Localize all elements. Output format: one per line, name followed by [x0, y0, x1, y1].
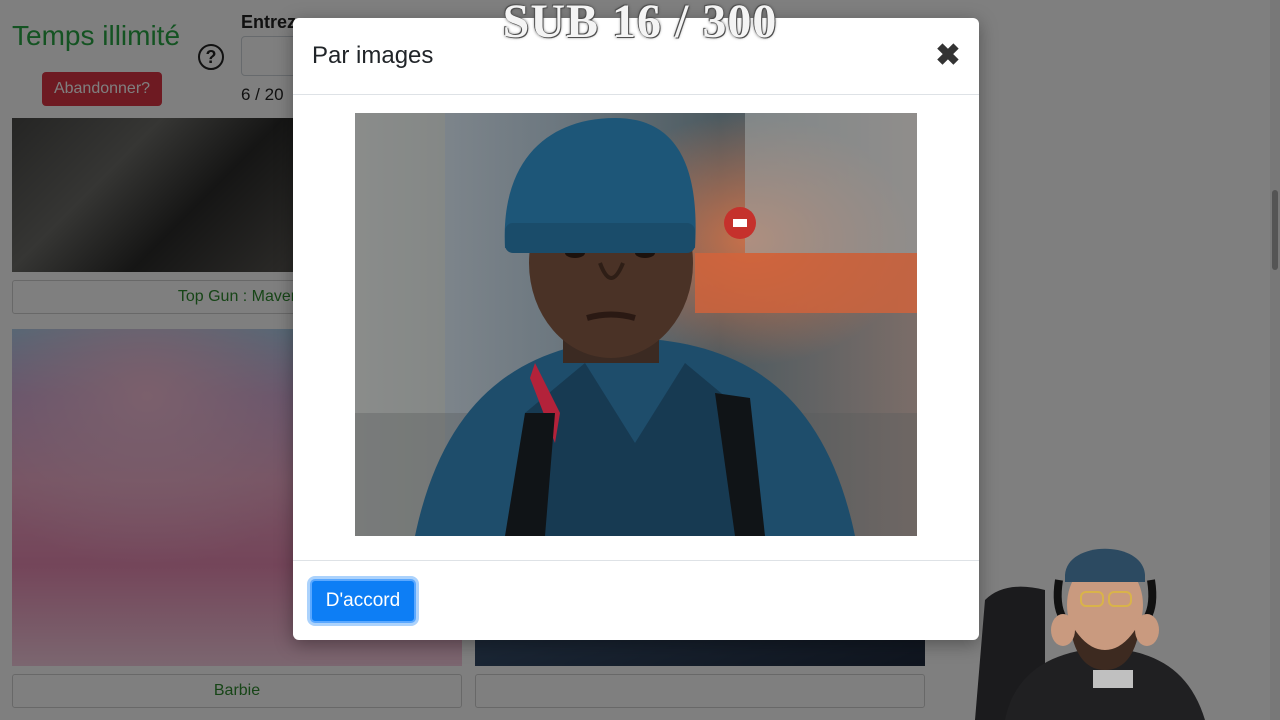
modal-title: Par images	[312, 42, 434, 69]
ok-button[interactable]: D'accord	[310, 579, 416, 623]
image-clue-modal: Par images ✖ D'accord	[293, 18, 979, 640]
person-illustration	[355, 113, 917, 536]
streamer-illustration	[975, 548, 1205, 720]
stream-sub-counter: SUB 16 / 300	[502, 0, 778, 48]
close-icon[interactable]: ✖	[933, 38, 963, 74]
streamer-webcam	[975, 520, 1215, 720]
clue-image	[355, 113, 917, 536]
modal-footer: D'accord	[293, 560, 979, 641]
